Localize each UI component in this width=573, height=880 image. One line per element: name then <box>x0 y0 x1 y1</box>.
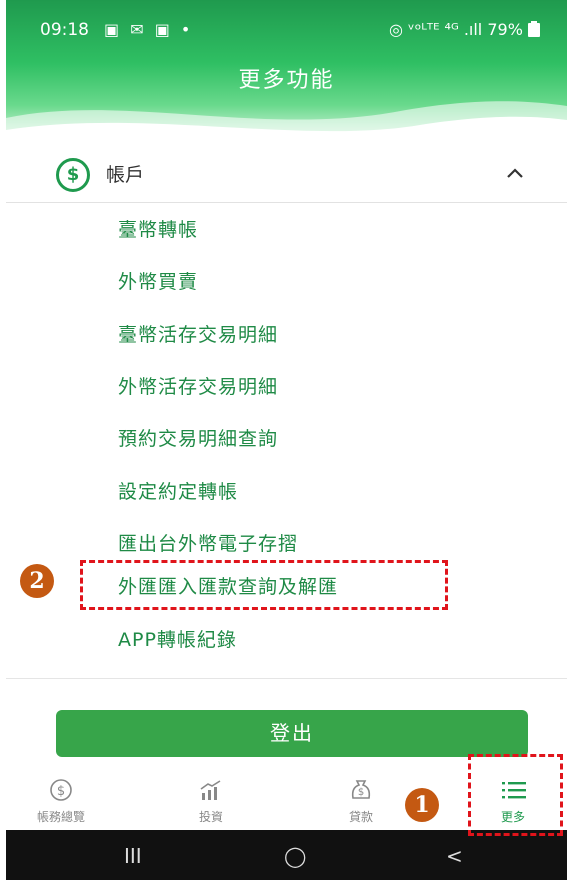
highlight-box-2 <box>80 560 448 610</box>
menu-item-twd-transfer[interactable]: 臺幣轉帳 <box>118 215 198 245</box>
status-time: 09:18 <box>40 20 89 40</box>
system-nav-bar: III ◯ < <box>6 830 567 880</box>
menu-item-fx-statement[interactable]: 外幣活存交易明細 <box>118 372 278 402</box>
menu-item-export-passbook[interactable]: 匯出台外幣電子存摺 <box>118 529 298 559</box>
nav-item-overview[interactable]: $ 帳務總覽 <box>16 774 106 830</box>
menu-item-fx-trade[interactable]: 外幣買賣 <box>118 267 198 297</box>
status-bar: 09:18 ▣ ✉ ▣ • ◎ ᵛᵒᴸᵀᴱ ⁴ᴳ .ıll 79% <box>40 20 550 48</box>
menu-item-twd-statement[interactable]: 臺幣活存交易明細 <box>118 320 278 350</box>
menu-item-designated-transfer[interactable]: 設定約定轉帳 <box>118 477 238 507</box>
page-title: 更多功能 <box>238 68 335 93</box>
nav-label: 投資 <box>198 810 223 824</box>
account-section-header[interactable]: $ 帳戶 <box>6 146 567 203</box>
recents-button[interactable]: III <box>124 844 142 868</box>
nav-label: 帳務總覽 <box>36 810 85 824</box>
status-right-icons: ◎ ᵛᵒᴸᵀᴱ ⁴ᴳ .ıll 79% <box>389 20 540 39</box>
nav-item-invest[interactable]: 投資 <box>166 774 256 830</box>
signal-text: ◎ ᵛᵒᴸᵀᴱ ⁴ᴳ .ıll 79% <box>388 20 523 39</box>
account-section-label: 帳戶 <box>106 164 145 186</box>
header-wave <box>6 101 567 148</box>
highlight-box-1 <box>468 754 563 836</box>
back-button[interactable]: < <box>446 844 463 868</box>
money-bag-icon: $ <box>351 780 371 799</box>
dollar-icon: $ <box>50 779 72 801</box>
notification-icons: ▣ ✉ ▣ • <box>104 20 194 39</box>
svg-text:$: $ <box>57 784 65 799</box>
logout-button[interactable]: 登出 <box>56 710 528 757</box>
battery-icon <box>528 21 540 37</box>
nav-item-loan[interactable]: $ 貸款 <box>316 774 406 830</box>
menu-item-scheduled-query[interactable]: 預約交易明細查詢 <box>118 424 278 454</box>
chevron-up-icon[interactable] <box>502 160 528 186</box>
home-button[interactable]: ◯ <box>284 844 306 868</box>
step-marker-2: 2 <box>20 564 54 598</box>
nav-label: 貸款 <box>348 810 373 824</box>
divider <box>6 678 567 679</box>
svg-text:$: $ <box>358 787 364 798</box>
header: 09:18 ▣ ✉ ▣ • ◎ ᵛᵒᴸᵀᴱ ⁴ᴳ .ıll 79% 更多功能 <box>6 0 567 148</box>
step-marker-1: 1 <box>405 788 439 822</box>
dollar-circle-icon: $ <box>56 158 90 192</box>
chart-icon <box>200 780 221 800</box>
app-screen: 09:18 ▣ ✉ ▣ • ◎ ᵛᵒᴸᵀᴱ ⁴ᴳ .ıll 79% 更多功能 $… <box>6 0 567 880</box>
menu-item-app-transfer-log[interactable]: APP轉帳紀錄 <box>118 625 237 655</box>
